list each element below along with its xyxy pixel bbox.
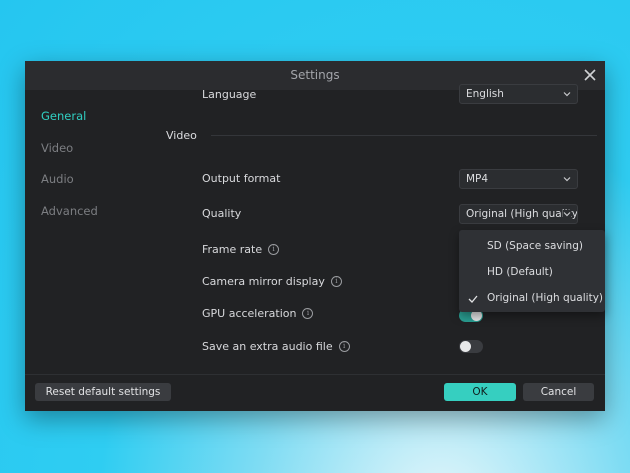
language-value: English xyxy=(466,88,504,100)
section-divider xyxy=(211,135,597,136)
cancel-button[interactable]: Cancel xyxy=(523,383,594,401)
quality-option-sd[interactable]: SD (Space saving) xyxy=(487,240,583,252)
settings-dialog: Settings General Video Audio Advanced La… xyxy=(25,61,605,411)
video-section-title: Video xyxy=(166,129,197,142)
quality-value: Original (High quality) xyxy=(466,208,578,220)
quality-dropdown-menu: SD (Space saving) HD (Default) Original … xyxy=(459,230,605,312)
sidebar-item-general[interactable]: General xyxy=(41,109,86,123)
language-label: Language xyxy=(202,88,257,101)
close-icon[interactable] xyxy=(583,68,597,82)
output-format-label: Output format xyxy=(202,172,281,185)
info-icon[interactable]: i xyxy=(330,275,342,287)
extra-audio-label: Save an extra audio file i xyxy=(202,340,350,353)
extra-audio-toggle[interactable] xyxy=(459,340,483,353)
quality-label: Quality xyxy=(202,207,242,220)
extra-audio-text: Save an extra audio file xyxy=(202,340,333,353)
camera-mirror-label: Camera mirror display i xyxy=(202,275,342,288)
chevron-down-icon xyxy=(563,177,571,182)
footer-divider xyxy=(25,374,605,375)
frame-rate-text: Frame rate xyxy=(202,243,263,256)
output-format-select[interactable]: MP4 xyxy=(459,169,578,189)
toggle-knob xyxy=(460,341,471,352)
quality-select[interactable]: Original (High quality) xyxy=(459,204,578,224)
gpu-acceleration-text: GPU acceleration xyxy=(202,307,297,320)
sidebar-item-advanced[interactable]: Advanced xyxy=(41,204,98,218)
output-format-value: MP4 xyxy=(466,173,489,185)
chevron-down-icon xyxy=(563,92,571,97)
reset-defaults-button[interactable]: Reset default settings xyxy=(35,383,171,401)
frame-rate-label: Frame rate i xyxy=(202,243,280,256)
info-icon[interactable]: i xyxy=(338,340,350,352)
ok-button[interactable]: OK xyxy=(444,383,516,401)
sidebar-item-video[interactable]: Video xyxy=(41,141,73,155)
quality-option-hd[interactable]: HD (Default) xyxy=(487,266,553,278)
info-icon[interactable]: i xyxy=(302,307,314,319)
sidebar-item-audio[interactable]: Audio xyxy=(41,172,74,186)
dialog-title: Settings xyxy=(290,68,340,82)
quality-option-original[interactable]: Original (High quality) xyxy=(487,292,603,304)
chevron-down-icon xyxy=(563,210,571,218)
info-icon[interactable]: i xyxy=(268,243,280,255)
gpu-acceleration-label: GPU acceleration i xyxy=(202,307,314,320)
language-select[interactable]: English xyxy=(459,84,578,104)
checkmark-icon xyxy=(468,295,478,303)
camera-mirror-text: Camera mirror display xyxy=(202,275,325,288)
